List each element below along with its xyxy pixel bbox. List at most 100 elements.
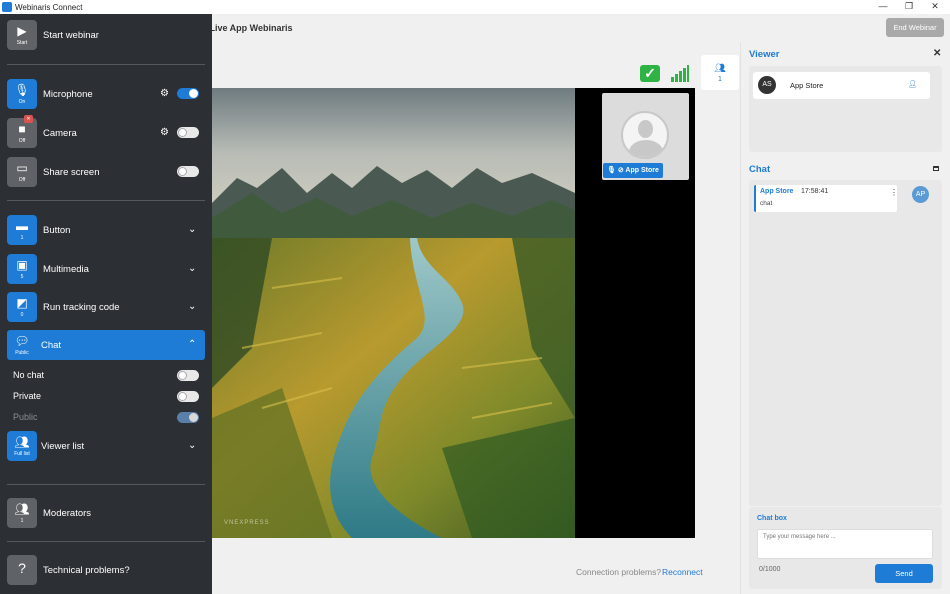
message-author: App Store [760, 188, 794, 195]
tracking-code-icon: ◩ 0 [7, 292, 37, 322]
button-label: Button [43, 225, 71, 236]
message-text: chat [760, 200, 773, 207]
chat-message: App Store 17:58:41 chat ⋮ [754, 185, 898, 212]
sidebar: ▶ Start Start webinar 🎙︎ On Microphone ⚙ ■… [0, 14, 212, 594]
message-avatar: AP [912, 186, 929, 203]
more-options-icon[interactable]: ⋮ [890, 188, 898, 197]
button-icon: ▬ 1 [7, 215, 37, 245]
microphone-label: Microphone [43, 89, 93, 100]
microphone-settings-gear-icon[interactable]: ⚙ [160, 88, 169, 99]
multimedia-label: Multimedia [43, 264, 89, 275]
chevron-down-icon: ⌄ [188, 263, 197, 274]
share-screen-icon: ▭ Off [7, 157, 37, 187]
viewer-count: 1 [718, 76, 722, 83]
user-avatar-placeholder-icon [621, 111, 669, 159]
camera-alert-badge: ✕ [24, 115, 33, 123]
camera-label: Camera [43, 128, 77, 139]
moderators-label: Moderators [43, 508, 92, 519]
divider [7, 541, 205, 542]
chat-option-public: Public [13, 412, 38, 422]
mic-icon: 🎙︎ [607, 167, 616, 174]
sidebar-item-microphone[interactable]: 🎙︎ On Microphone ⚙ [0, 79, 212, 109]
minimize-chat-icon[interactable] [933, 166, 939, 171]
share-screen-toggle[interactable] [177, 166, 199, 177]
chevron-down-icon: ⌄ [188, 224, 197, 235]
chevron-up-icon: ⌃ [188, 339, 197, 350]
share-screen-label: Share screen [43, 167, 100, 178]
signal-strength-icon [671, 65, 689, 82]
divider [7, 484, 205, 485]
app-title: Webinaris Connect [15, 2, 83, 12]
restore-button[interactable]: ❐ [896, 0, 922, 14]
sidebar-item-moderators[interactable]: 👥︎ 1 Moderators [0, 498, 212, 528]
connection-question: Connection problems? [576, 567, 662, 577]
start-webinar-label: Start webinar [43, 30, 99, 41]
character-counter: 0/1000 [759, 566, 781, 573]
end-webinar-button[interactable]: End Webinar [886, 18, 944, 37]
close-window-button[interactable]: ✕ [922, 0, 948, 14]
chat-box-title: Chat box [757, 515, 787, 522]
presenter-camera-tile: 🎙︎ ⊘ App Store [602, 93, 689, 180]
divider [7, 64, 205, 65]
status-ok-icon: ✓ [640, 65, 660, 82]
sidebar-item-share-screen[interactable]: ▭ Off Share screen [0, 157, 212, 187]
sidebar-item-button[interactable]: ▬ 1 Button ⌄ [0, 215, 212, 245]
promote-user-icon[interactable]: 👤︎ [908, 80, 917, 88]
minimize-button[interactable]: — [870, 0, 896, 14]
camera-icon: ■ Off [7, 118, 37, 148]
viewer-count-button[interactable]: 👥︎ 1 [701, 55, 739, 90]
viewer-list-label: Viewer list [41, 441, 85, 452]
viewer-name: App Store [790, 81, 824, 90]
send-button[interactable]: Send [875, 564, 933, 583]
camera-settings-gear-icon[interactable]: ⚙ [160, 127, 169, 138]
sidebar-item-camera[interactable]: ■ Off ✕ Camera ⚙ [0, 115, 212, 148]
sidebar-item-technical-problems[interactable]: ? Technical problems? [0, 555, 212, 585]
users-icon: 👥︎ [714, 63, 726, 73]
microphone-icon: 🎙︎ On [7, 79, 37, 109]
no-chat-toggle[interactable] [177, 370, 199, 381]
divider [7, 200, 205, 201]
camera-off-icon: ⊘ [617, 167, 624, 174]
video-watermark: VNEXPRESS [224, 520, 270, 526]
chat-message-input[interactable] [757, 529, 933, 559]
chat-option-private: Private [13, 391, 42, 401]
viewer-avatar: AS [758, 76, 776, 94]
sidebar-item-viewer-list[interactable]: 👥︎ Full list Viewer list ⌄ [0, 431, 212, 461]
viewer-list-icon: 👥︎ Full list [7, 431, 37, 461]
moderators-icon: 👥︎ 1 [7, 498, 37, 528]
video-stage: VNEXPRESS 🎙︎ ⊘ App Store [212, 88, 695, 538]
chevron-down-icon: ⌄ [188, 440, 197, 451]
microphone-toggle[interactable] [177, 88, 199, 99]
multimedia-icon: ▣ 5 [7, 254, 37, 284]
chat-section-title: Chat [749, 164, 771, 175]
sidebar-item-start[interactable]: ▶ Start Start webinar [0, 20, 212, 50]
technical-problems-label: Technical problems? [43, 565, 130, 576]
presenter-name-badge: 🎙︎ ⊘ App Store [603, 163, 663, 178]
chevron-down-icon: ⌄ [188, 301, 197, 312]
window-titlebar: Webinaris Connect — ❐ ✕ [0, 0, 950, 14]
right-panel: Viewer ✕ AS App Store 👤︎ Chat App Store … [740, 42, 944, 594]
help-icon: ? [7, 555, 37, 585]
sidebar-item-tracking-code[interactable]: ◩ 0 Run tracking code ⌄ [0, 292, 212, 322]
viewer-row[interactable]: AS App Store 👤︎ [753, 72, 930, 99]
shared-video: VNEXPRESS [212, 88, 575, 538]
presenter-name: App Store [625, 167, 659, 174]
chat-messages-area [749, 180, 942, 506]
sidebar-item-multimedia[interactable]: ▣ 5 Multimedia ⌄ [0, 254, 212, 284]
chat-box: Chat box 0/1000 Send [749, 507, 942, 589]
message-time: 17:58:41 [801, 188, 829, 195]
tracking-code-label: Run tracking code [43, 302, 120, 313]
chat-label: Chat [41, 340, 62, 351]
play-icon: ▶ Start [7, 20, 37, 50]
close-icon[interactable]: ✕ [933, 48, 941, 59]
webinar-title: t Live App Webinaris [204, 23, 293, 33]
private-chat-toggle[interactable] [177, 391, 199, 402]
reconnect-link[interactable]: Reconnect [662, 567, 703, 577]
chat-option-no-chat: No chat [13, 370, 45, 380]
chat-icon: 💬︎ Public [7, 330, 37, 360]
viewer-section-title: Viewer [749, 49, 780, 60]
public-chat-toggle[interactable] [177, 412, 199, 423]
camera-toggle[interactable] [177, 127, 199, 138]
sidebar-item-chat[interactable]: 💬︎ Public Chat ⌃ [7, 330, 205, 360]
app-logo-icon [2, 2, 12, 12]
